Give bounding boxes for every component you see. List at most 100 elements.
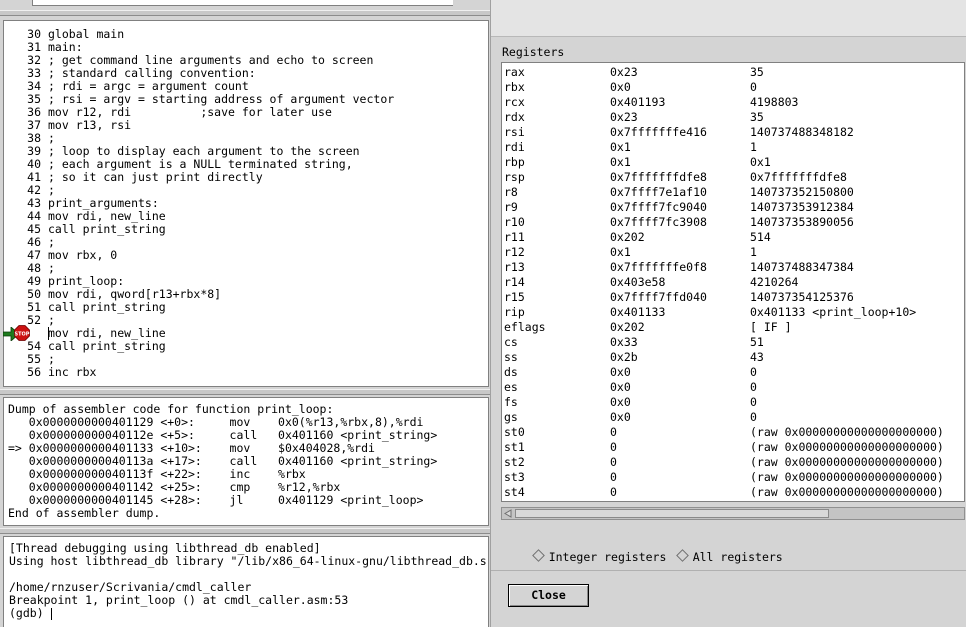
integer-registers-label: Integer registers [548, 550, 667, 564]
register-row[interactable]: r13 0x7fffffffe0f8 140737488347384 [502, 260, 964, 275]
register-row[interactable]: cs 0x33 51 [502, 335, 964, 350]
source-code-text: mov rdi, new_line [48, 209, 166, 223]
source-line[interactable]: 47 mov rbx, 0 [4, 249, 117, 262]
register-row[interactable]: st3 0 (raw 0x00000000000000000000) [502, 470, 964, 485]
register-natural-value: 0 [750, 410, 757, 424]
dialog-titlebar[interactable] [491, 0, 966, 37]
register-row[interactable]: ds 0x0 0 [502, 365, 964, 380]
register-hex-value: 0x7fffffffe0f8 [610, 260, 707, 274]
register-hex-value: 0x7ffff7ffd040 [610, 290, 707, 304]
register-row[interactable]: r8 0x7ffff7e1af10 140737352150800 [502, 185, 964, 200]
console-line: (gdb) [9, 606, 51, 620]
register-natural-value: 140737488347384 [750, 260, 854, 274]
pane-divider-bottom[interactable] [0, 528, 490, 534]
assembly-line[interactable]: End of assembler dump. [8, 507, 160, 520]
register-hex-value: 0x7fffffffe416 [610, 125, 707, 139]
register-row[interactable]: st0 0 (raw 0x00000000000000000000) [502, 425, 964, 440]
register-hex-value: 0x33 [610, 335, 638, 349]
register-row[interactable]: rsp 0x7fffffffdfe8 0x7fffffffdfe8 [502, 170, 964, 185]
register-row[interactable]: rip 0x401133 0x401133 <print_loop+10> [502, 305, 964, 320]
source-code-text: print_arguments: [48, 196, 159, 210]
registers-horizontal-scrollbar[interactable] [501, 507, 965, 520]
source-code-text: ; so it can just print directly [48, 170, 263, 184]
register-row[interactable]: fs 0x0 0 [502, 395, 964, 410]
register-natural-value: 4198803 [750, 95, 799, 109]
register-natural-value: [ IF ] [750, 320, 792, 334]
register-hex-value: 0x0 [610, 80, 631, 94]
register-row[interactable]: r12 0x1 1 [502, 245, 964, 260]
register-natural-value: 43 [750, 350, 764, 364]
register-hex-value: 0x7ffff7fc9040 [610, 200, 707, 214]
register-hex-value: 0 [610, 440, 617, 454]
register-name: rbx [504, 80, 525, 94]
integer-registers-radio[interactable]: Integer registers [506, 536, 666, 564]
register-row[interactable]: r15 0x7ffff7ffd040 140737354125376 [502, 290, 964, 305]
register-row[interactable]: es 0x0 0 [502, 380, 964, 395]
register-name: rsp [504, 170, 525, 184]
register-hex-value: 0x1 [610, 245, 631, 259]
register-hex-value: 0 [610, 425, 617, 439]
register-name: st4 [504, 485, 525, 499]
register-natural-value: 140737354125376 [750, 290, 854, 304]
register-hex-value: 0x1 [610, 155, 631, 169]
line-number[interactable]: 56 [4, 366, 41, 379]
register-natural-value: 140737488348182 [750, 125, 854, 139]
source-code-text: print_loop: [48, 274, 125, 288]
register-row[interactable]: r11 0x202 514 [502, 230, 964, 245]
register-natural-value: (raw 0x00000000000000000000) [750, 470, 944, 484]
register-natural-value: 514 [750, 230, 771, 244]
register-hex-value: 0x7ffff7fc3908 [610, 215, 707, 229]
register-hex-value: 0x401133 [610, 305, 666, 319]
register-natural-value: 0 [750, 380, 757, 394]
register-hex-value: 0x7ffff7e1af10 [610, 185, 707, 199]
assembly-pane[interactable]: Dump of assembler code for function prin… [3, 397, 489, 526]
register-name: eflags [504, 320, 546, 334]
register-natural-value: (raw 0x00000000000000000000) [750, 455, 944, 469]
scrollbar-thumb[interactable] [515, 509, 829, 518]
source-line[interactable]: 56 inc rbx [4, 366, 96, 379]
source-code-text: ; [48, 313, 55, 327]
register-row[interactable]: r9 0x7ffff7fc9040 140737353912384 [502, 200, 964, 215]
register-row[interactable]: st4 0 (raw 0x00000000000000000000) [502, 485, 964, 500]
register-name: fs [504, 395, 518, 409]
register-name: rax [504, 65, 525, 79]
register-row[interactable]: rsi 0x7fffffffe416 140737488348182 [502, 125, 964, 140]
register-row[interactable]: st2 0 (raw 0x00000000000000000000) [502, 455, 964, 470]
source-code-text: ; [48, 131, 55, 145]
scroll-left-arrow-icon[interactable] [503, 509, 513, 518]
register-row[interactable]: eflags 0x202 [ IF ] [502, 320, 964, 335]
register-name: r13 [504, 260, 525, 274]
radio-diamond-icon [675, 549, 689, 562]
breakpoint-stop-icon[interactable]: STOP [14, 325, 30, 341]
register-row[interactable]: rbp 0x1 0x1 [502, 155, 964, 170]
source-pane[interactable]: 30 global main 31 main: 32; get command line… [3, 20, 489, 387]
register-row[interactable]: rax 0x23 35 [502, 65, 964, 80]
console-pane[interactable]: [Thread debugging using libthread_db ena… [3, 536, 489, 627]
pane-divider-middle[interactable] [0, 389, 490, 395]
registers-table[interactable]: rax 0x23 35 rbx 0x0 0 rcx 0x401193 4198803 rdx 0x2… [501, 62, 965, 502]
register-name: r14 [504, 275, 525, 289]
register-name: st0 [504, 425, 525, 439]
register-name: r11 [504, 230, 525, 244]
register-row[interactable]: rdi 0x1 1 [502, 140, 964, 155]
source-line[interactable]: 41; so it can just print directly [4, 171, 263, 184]
command-field[interactable] [32, 0, 453, 6]
register-row[interactable]: rbx 0x0 0 [502, 80, 964, 95]
register-name: r9 [504, 200, 518, 214]
register-natural-value: 0x7fffffffdfe8 [750, 170, 847, 184]
source-code-text: ; rsi = argv = starting address of argum… [48, 92, 395, 106]
register-row[interactable]: r10 0x7ffff7fc3908 140737353890056 [502, 215, 964, 230]
source-line[interactable]: 37 mov r13, rsi [4, 119, 131, 132]
close-button[interactable]: Close [508, 584, 589, 607]
register-row[interactable]: rcx 0x401193 4198803 [502, 95, 964, 110]
register-row[interactable]: gs 0x0 0 [502, 410, 964, 425]
register-row[interactable]: ss 0x2b 43 [502, 350, 964, 365]
register-row[interactable]: st1 0 (raw 0x00000000000000000000) [502, 440, 964, 455]
register-row[interactable]: rdx 0x23 35 [502, 110, 964, 125]
radio-diamond-icon [531, 549, 545, 562]
source-code-text: ; [48, 183, 55, 197]
pane-divider-top[interactable] [0, 10, 490, 16]
all-registers-radio[interactable]: All registers [650, 536, 783, 564]
register-row[interactable]: r14 0x403e58 4210264 [502, 275, 964, 290]
dialog-separator [491, 570, 966, 571]
